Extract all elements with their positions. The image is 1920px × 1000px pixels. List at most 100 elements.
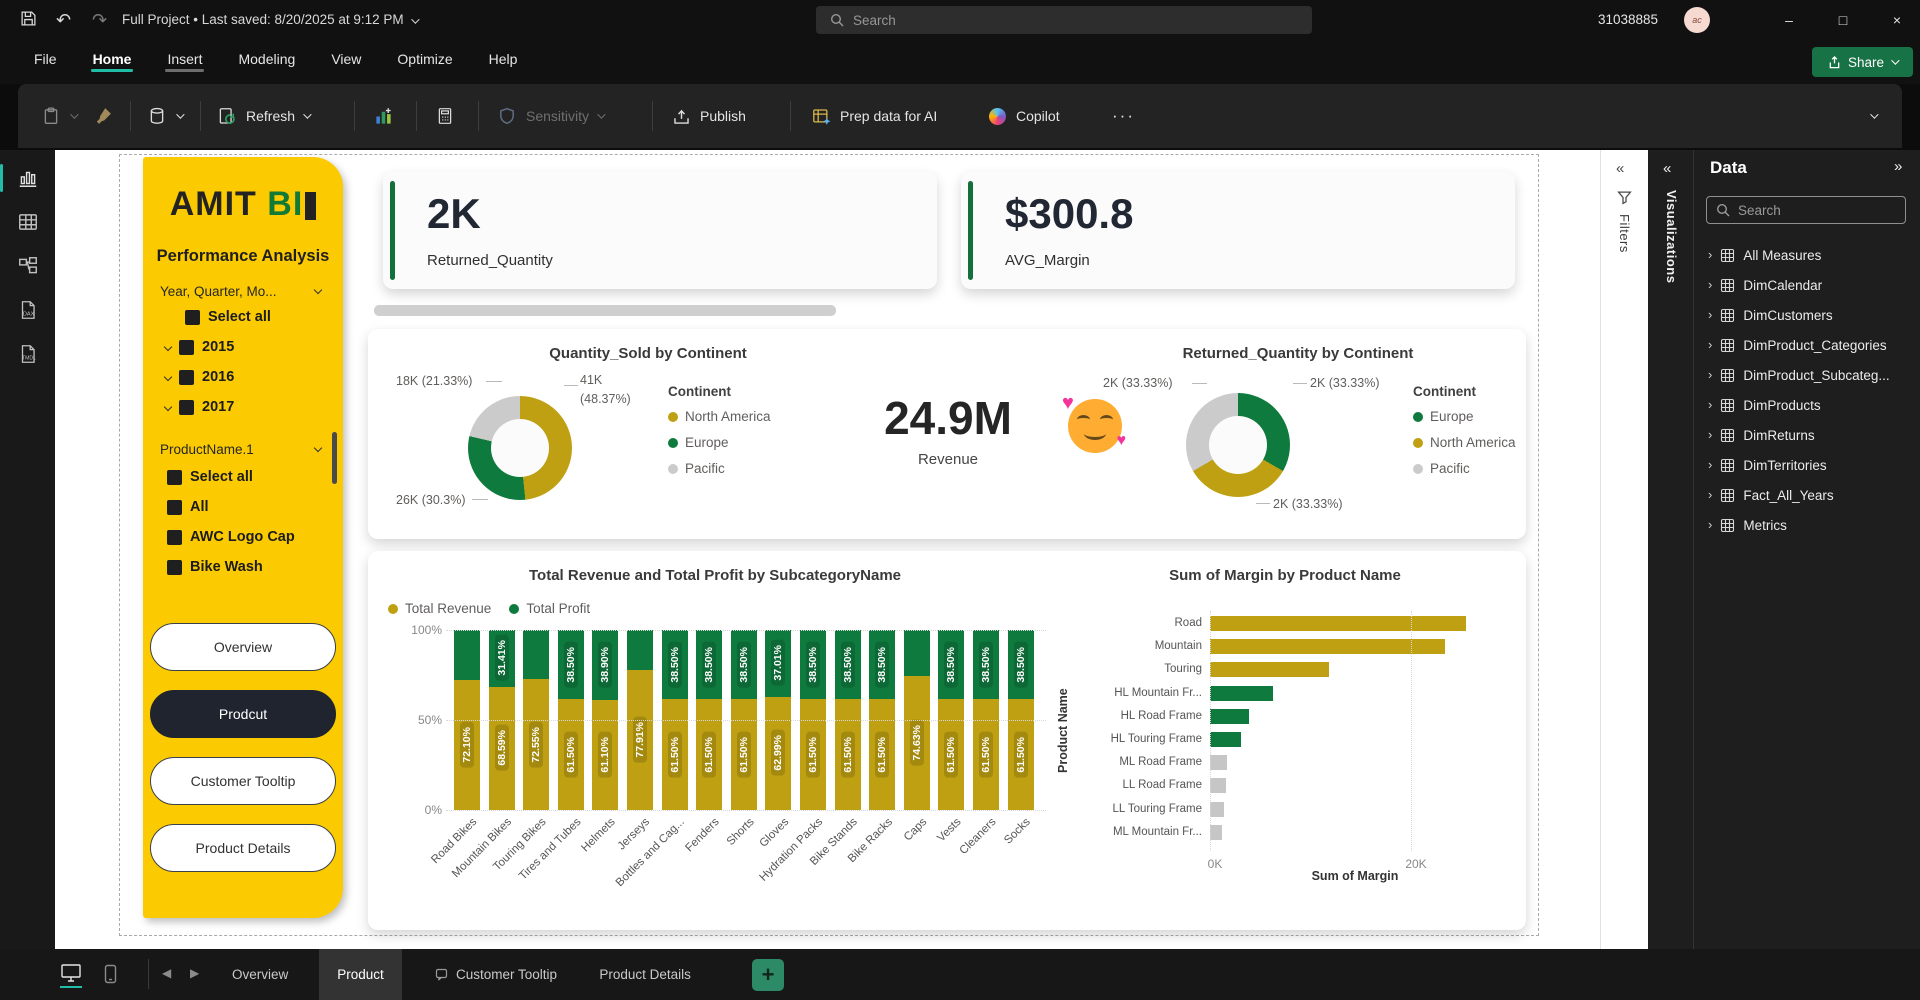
checkbox-checked[interactable] bbox=[179, 370, 194, 385]
copilot-button[interactable]: Copilot bbox=[986, 84, 1060, 148]
revenue-segment[interactable]: 72.10% bbox=[454, 680, 480, 810]
profit-segment[interactable] bbox=[523, 630, 549, 679]
nav-button-product-details[interactable]: Product Details bbox=[150, 824, 336, 872]
profit-segment[interactable]: 38.50% bbox=[869, 630, 895, 699]
revenue-segment[interactable]: 61.50% bbox=[835, 699, 861, 810]
menu-item-modeling[interactable]: Modeling bbox=[236, 40, 297, 78]
year-slicer-item[interactable]: 2017 bbox=[165, 399, 234, 415]
profit-segment[interactable]: 38.50% bbox=[835, 630, 861, 699]
legend-item[interactable]: Total Revenue bbox=[388, 601, 491, 616]
page-tab-product[interactable]: Product bbox=[319, 949, 402, 1000]
legend-item[interactable]: Total Profit bbox=[509, 601, 590, 616]
menu-item-view[interactable]: View bbox=[329, 40, 363, 78]
expand-caret-icon[interactable] bbox=[164, 403, 172, 411]
hbar-ll-touring-frame[interactable] bbox=[1210, 802, 1224, 817]
continent-donuts-card[interactable]: Quantity_Sold by Continent 18K (21.33%) … bbox=[368, 329, 1526, 539]
revenue-segment[interactable]: 61.50% bbox=[869, 699, 895, 810]
hbar-hl-road-frame[interactable] bbox=[1210, 709, 1249, 724]
hbar-ml-mountain-fr-[interactable] bbox=[1210, 825, 1222, 840]
expand-caret-icon[interactable] bbox=[164, 343, 172, 351]
hbar-road[interactable] bbox=[1210, 616, 1466, 631]
format-painter-button[interactable] bbox=[92, 84, 114, 148]
data-table-dimterritories[interactable]: ›DimTerritories bbox=[1708, 458, 1827, 473]
expand-chevron-icon[interactable]: › bbox=[1708, 367, 1712, 382]
checkbox-checked[interactable] bbox=[167, 470, 182, 485]
undo-icon[interactable]: ↶ bbox=[56, 10, 71, 30]
product-slicer-caret[interactable] bbox=[314, 444, 322, 452]
model-view-button[interactable] bbox=[0, 246, 55, 286]
revenue-segment[interactable]: 61.50% bbox=[973, 699, 999, 810]
checkbox-checked[interactable] bbox=[185, 310, 200, 325]
profit-segment[interactable]: 38.50% bbox=[731, 630, 757, 699]
dax-query-view-button[interactable]: DAX bbox=[0, 290, 55, 330]
minimize-button[interactable]: – bbox=[1766, 0, 1812, 40]
legend-item[interactable]: Europe bbox=[1413, 409, 1516, 424]
visualizations-pane-label[interactable]: Visualizations bbox=[1664, 190, 1679, 283]
expand-chevron-icon[interactable]: › bbox=[1708, 517, 1712, 532]
desktop-layout-button[interactable] bbox=[60, 963, 82, 988]
revenue-segment[interactable]: 61.50% bbox=[558, 699, 584, 810]
horizontal-scrollbar[interactable] bbox=[374, 305, 836, 316]
legend-item[interactable]: Pacific bbox=[1413, 461, 1516, 476]
expand-chevron-icon[interactable]: › bbox=[1708, 427, 1712, 442]
collapse-ribbon-button[interactable] bbox=[1870, 84, 1876, 148]
product-slicer-header[interactable]: ProductName.1 bbox=[160, 442, 254, 457]
profit-segment[interactable]: 38.90% bbox=[592, 630, 618, 700]
revenue-segment[interactable]: 61.50% bbox=[800, 699, 826, 810]
expand-visualizations-icon[interactable]: « bbox=[1663, 160, 1671, 177]
bottom-charts-card[interactable]: Total Revenue and Total Profit by Subcat… bbox=[368, 551, 1526, 930]
prep-data-for-ai-button[interactable]: Prep data for AI bbox=[810, 84, 937, 148]
expand-chevron-icon[interactable]: › bbox=[1708, 337, 1712, 352]
checkbox-checked[interactable] bbox=[179, 340, 194, 355]
year-slicer-header[interactable]: Year, Quarter, Mo... bbox=[160, 284, 277, 299]
hbar-touring[interactable] bbox=[1210, 662, 1329, 677]
profit-segment[interactable]: 31.41% bbox=[489, 630, 515, 687]
report-view-button[interactable] bbox=[0, 158, 55, 198]
kpi-card-avg-margin[interactable]: $300.8 AVG_Margin bbox=[961, 172, 1515, 289]
data-table-dimreturns[interactable]: ›DimReturns bbox=[1708, 428, 1815, 443]
page-tab-product-details[interactable]: Product Details bbox=[581, 949, 709, 1000]
data-table-metrics[interactable]: ›Metrics bbox=[1708, 518, 1787, 533]
data-table-dimcustomers[interactable]: ›DimCustomers bbox=[1708, 308, 1833, 323]
quick-measure-button[interactable] bbox=[434, 84, 456, 148]
profit-segment[interactable]: 38.50% bbox=[800, 630, 826, 699]
checkbox-checked[interactable] bbox=[167, 500, 182, 515]
redo-icon[interactable]: ↷ bbox=[92, 10, 107, 30]
filters-pane-collapsed[interactable]: « Filters bbox=[1600, 150, 1648, 949]
paste-button[interactable] bbox=[40, 84, 76, 148]
profit-segment[interactable]: 38.50% bbox=[662, 630, 688, 699]
revenue-segment[interactable]: 61.50% bbox=[662, 699, 688, 810]
profit-segment[interactable]: 38.50% bbox=[973, 630, 999, 699]
checkbox-checked[interactable] bbox=[179, 400, 194, 415]
publish-button[interactable]: Publish bbox=[670, 84, 746, 148]
expand-caret-icon[interactable] bbox=[164, 373, 172, 381]
tmdl-view-button[interactable]: TMDL bbox=[0, 334, 55, 374]
more-commands-button[interactable]: ··· bbox=[1112, 84, 1135, 148]
menu-item-file[interactable]: File bbox=[32, 40, 59, 78]
legend-item[interactable]: North America bbox=[668, 409, 771, 424]
revenue-segment[interactable]: 74.63% bbox=[904, 676, 930, 810]
revenue-segment[interactable]: 61.10% bbox=[592, 700, 618, 810]
product-slicer-item[interactable]: AWC Logo Cap bbox=[167, 529, 295, 545]
revenue-segment[interactable]: 68.59% bbox=[489, 687, 515, 810]
year-slicer-item[interactable]: 2015 bbox=[165, 339, 234, 355]
expand-chevron-icon[interactable]: › bbox=[1708, 487, 1712, 502]
nav-button-prodcut[interactable]: Prodcut bbox=[150, 690, 336, 738]
project-title[interactable]: Full Project • Last saved: 8/20/2025 at … bbox=[122, 12, 417, 27]
page-tab-customer-tooltip[interactable]: Customer Tooltip bbox=[417, 949, 575, 1000]
mobile-layout-button[interactable] bbox=[104, 964, 117, 984]
data-table-dimproduct-categories[interactable]: ›DimProduct_Categories bbox=[1708, 338, 1887, 353]
hbar-hl-mountain-fr-[interactable] bbox=[1210, 686, 1273, 701]
revenue-segment[interactable]: 62.99% bbox=[765, 697, 791, 810]
year-slicer-item[interactable]: 2016 bbox=[165, 369, 234, 385]
global-search-input[interactable]: Search bbox=[816, 6, 1312, 34]
hbar-ll-road-frame[interactable] bbox=[1210, 778, 1226, 793]
year-slicer-caret[interactable] bbox=[314, 286, 322, 294]
profit-segment[interactable] bbox=[454, 630, 480, 680]
menu-item-insert[interactable]: Insert bbox=[165, 40, 204, 78]
visualizations-pane-collapsed[interactable]: « Visualizations bbox=[1648, 150, 1694, 949]
data-search-input[interactable]: Search bbox=[1706, 196, 1906, 224]
expand-chevron-icon[interactable]: › bbox=[1708, 457, 1712, 472]
legend-item[interactable]: Pacific bbox=[668, 461, 771, 476]
nav-button-overview[interactable]: Overview bbox=[150, 623, 336, 671]
